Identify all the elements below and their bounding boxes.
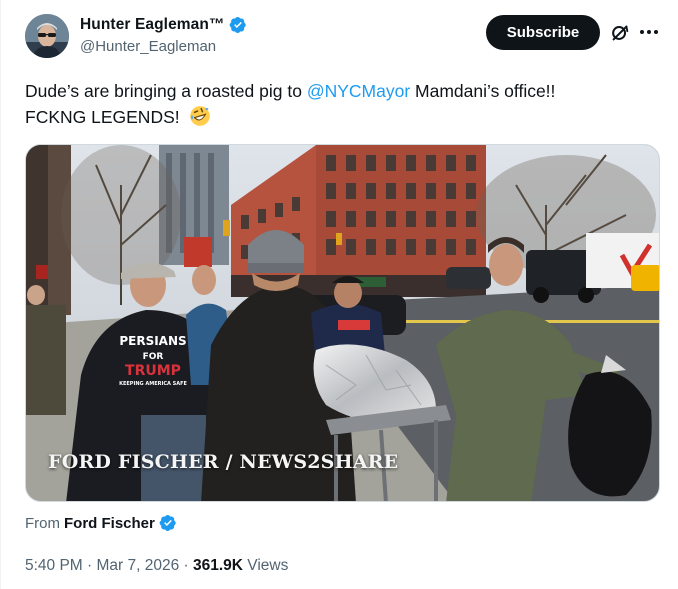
- video-watermark: FORD FISCHER / NEWS2SHARE: [48, 451, 399, 473]
- laughing-emoji-icon: [189, 106, 210, 126]
- tweet-time[interactable]: 5:40 PM: [25, 557, 83, 574]
- verified-badge-icon[interactable]: [229, 16, 247, 34]
- tweet-text-line2: FCKNG LEGENDS!: [25, 107, 180, 127]
- video-source: From Ford Fischer: [25, 514, 177, 532]
- subscribe-button[interactable]: Subscribe: [486, 15, 600, 50]
- tweet-meta: 5:40 PM · Mar 7, 2026 · 361.9K Views: [25, 557, 288, 575]
- more-icon[interactable]: [640, 30, 662, 36]
- tweet-card: Hunter Eagleman™ @Hunter_Eagleman Subscr…: [0, 0, 678, 589]
- author-display-name[interactable]: Hunter Eagleman™: [80, 16, 225, 34]
- shirt-text-3: TRUMP: [125, 363, 181, 379]
- video-media[interactable]: PERSIANS FOR TRUMP KEEPING AMERICA SAFE: [25, 144, 660, 502]
- views-label: Views: [243, 557, 289, 574]
- mention-link[interactable]: @NYCMayor: [307, 81, 410, 101]
- tweet-text-part1: Dude’s are bringing a roasted pig to: [25, 81, 307, 101]
- avatar-photo: [25, 14, 69, 58]
- avatar[interactable]: [25, 14, 69, 58]
- shirt-text-4: KEEPING AMERICA SAFE: [119, 381, 187, 387]
- grok-icon[interactable]: [609, 22, 631, 44]
- shirt-text-1: PERSIANS: [119, 334, 186, 348]
- tweet-text-part2: Mamdani’s office!!: [410, 81, 556, 101]
- tweet-text: Dude’s are bringing a roasted pig to @NY…: [25, 78, 655, 130]
- meta-separator: ·: [82, 557, 97, 574]
- meta-separator: ·: [179, 557, 194, 574]
- author-handle[interactable]: @Hunter_Eagleman: [80, 38, 247, 55]
- tweet-date[interactable]: Mar 7, 2026: [97, 557, 180, 574]
- source-verified-badge-icon[interactable]: [159, 514, 177, 532]
- source-name[interactable]: Ford Fischer: [64, 515, 155, 532]
- video-frame: PERSIANS FOR TRUMP KEEPING AMERICA SAFE: [26, 145, 659, 501]
- author-block: Hunter Eagleman™ @Hunter_Eagleman: [80, 16, 247, 55]
- views-count: 361.9K: [193, 557, 243, 574]
- shirt-text-2: FOR: [143, 352, 164, 362]
- source-prefix: From: [25, 514, 60, 532]
